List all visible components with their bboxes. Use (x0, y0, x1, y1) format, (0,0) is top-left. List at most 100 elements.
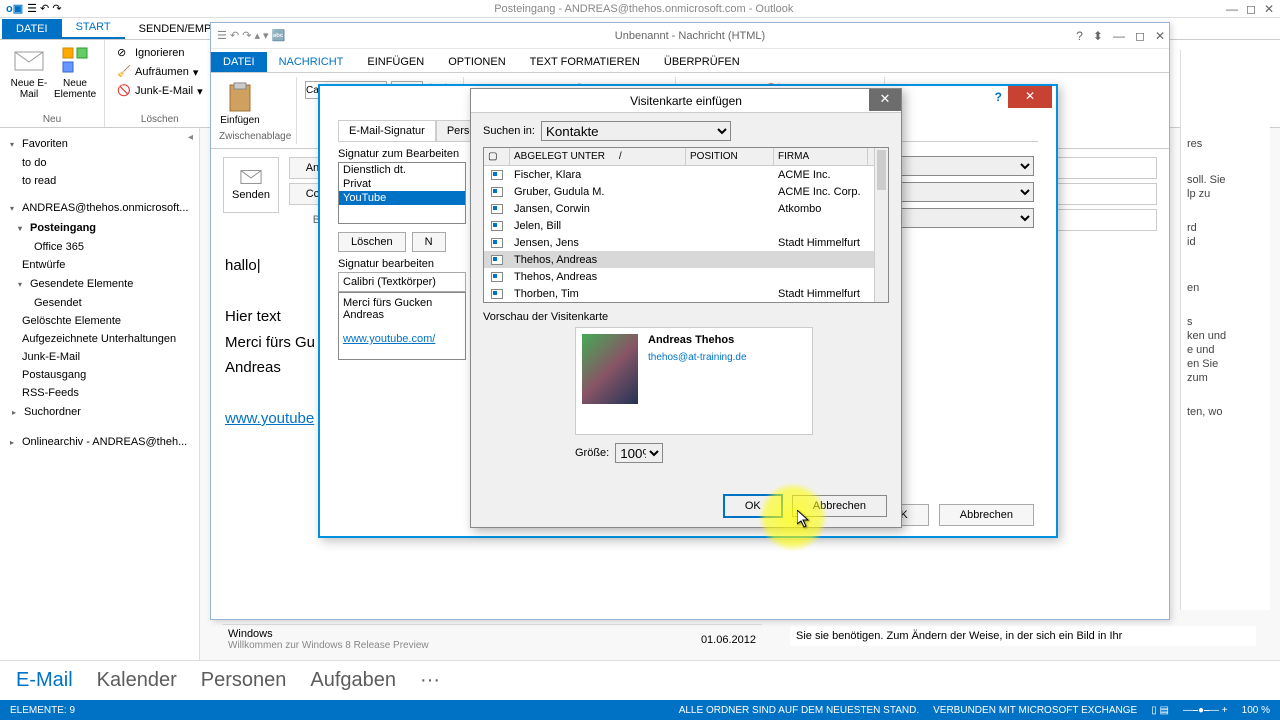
bc-cancel-button[interactable]: Abbrechen (792, 495, 887, 517)
nav-people[interactable]: Personen (201, 669, 287, 692)
restore-icon[interactable]: ◻ (1246, 2, 1256, 16)
bc-ok-button[interactable]: OK (724, 495, 782, 517)
min2-icon[interactable]: — (1113, 29, 1125, 43)
ctab-insert[interactable]: EINFÜGEN (355, 52, 436, 72)
ctab-review[interactable]: ÜBERPRÜFEN (652, 52, 752, 72)
junk-button[interactable]: 🚫Junk-E-Mail ▾ (113, 82, 207, 100)
col-firma[interactable]: FIRMA (774, 148, 868, 165)
max2-icon[interactable]: ◻ (1135, 29, 1145, 43)
status-zoom-slider[interactable]: —⎯●⎯— + (1183, 705, 1228, 716)
minimize-icon[interactable]: — (1226, 2, 1238, 16)
bc-close-button[interactable]: ✕ (869, 89, 901, 111)
collapse-nav-icon[interactable]: ◂ (188, 132, 193, 143)
qat2-icon[interactable]: ☰ ↶ ↷ ▴ ▾ 🔤 (217, 29, 285, 42)
bc-size-select[interactable]: 100% (615, 443, 663, 463)
compose-titlebar: ☰ ↶ ↷ ▴ ▾ 🔤 Unbenannt - Nachricht (HTML)… (211, 23, 1169, 49)
items-icon (59, 44, 91, 76)
status-view-icons[interactable]: ▯ ▤ (1151, 705, 1169, 716)
nav-email[interactable]: E-Mail (16, 669, 73, 692)
businesscard-dialog: Visitenkarte einfügen ✕ Suchen in: Konta… (470, 88, 902, 528)
reading-line: Sie sie benötigen. Zum Ändern der Weise,… (790, 626, 1256, 646)
nav-tasks[interactable]: Aufgaben (310, 669, 396, 692)
status-bar: ELEMENTE: 9 ALLE ORDNER SIND AUF DEM NEU… (0, 700, 1280, 720)
send-icon (240, 169, 262, 185)
nav-inbox[interactable]: Posteingang (0, 218, 199, 238)
nav-recorded[interactable]: Aufgezeichnete Unterhaltungen (0, 330, 199, 348)
nav-deleted[interactable]: Gelöschte Elemente (0, 312, 199, 330)
close2-icon[interactable]: ✕ (1155, 29, 1165, 43)
nav-account[interactable]: ANDREAS@thehos.onmicrosoft... (0, 198, 199, 218)
status-folders: ALLE ORDNER SIND AUF DEM NEUESTEN STAND. (679, 705, 919, 716)
dialog-help-icon[interactable]: ? (995, 90, 1002, 104)
col-name[interactable]: ABGELEGT UNTER / (510, 148, 686, 165)
card-icon (491, 238, 503, 248)
ribbon-toggle-icon[interactable]: ⬍ (1093, 29, 1103, 43)
sig-font-select[interactable] (338, 272, 466, 292)
status-elements: ELEMENTE: 9 (10, 705, 75, 716)
youtube-link[interactable]: www.youtube (225, 410, 314, 427)
nav-sent[interactable]: Gesendete Elemente (0, 274, 199, 294)
qat-icon[interactable]: ☰ ↶ ↷ (27, 2, 61, 15)
contact-row[interactable]: Thorben, TimStadt Himmelfurt (484, 285, 874, 302)
junk-icon: 🚫 (117, 84, 131, 98)
contact-row[interactable]: Fischer, KlaraACME Inc. (484, 166, 874, 183)
envelope-icon (13, 44, 45, 76)
contact-photo (582, 334, 638, 404)
ctab-message[interactable]: NACHRICHT (267, 52, 356, 72)
contact-row[interactable]: Jensen, JensStadt Himmelfurt (484, 234, 874, 251)
bc-preview: Andreas Thehos thehos@at-training.de (575, 327, 813, 435)
ignore-button[interactable]: ⊘Ignorieren (113, 44, 207, 62)
bc-preview-label: Vorschau der Visitenkarte (483, 311, 889, 323)
sig-new-button[interactable]: N (412, 232, 446, 252)
sig-tab-email[interactable]: E-Mail-Signatur (338, 120, 436, 141)
nav-junk[interactable]: Junk-E-Mail (0, 348, 199, 366)
nav-todo[interactable]: to do (0, 154, 199, 172)
signature-listbox[interactable]: Dienstlich dt. Privat YouTube (338, 162, 466, 224)
ctab-options[interactable]: OPTIONEN (436, 52, 517, 72)
nav-sent-sub[interactable]: Gesendet (0, 294, 199, 312)
ctab-file[interactable]: DATEI (211, 52, 267, 72)
ctab-format[interactable]: TEXT FORMATIEREN (518, 52, 652, 72)
message-list-item[interactable]: Windows Willkommen zur Windows 8 Release… (222, 624, 762, 654)
nav-favorites[interactable]: Favoriten (0, 134, 199, 154)
nav-o365[interactable]: Office 365 (0, 238, 199, 256)
nav-drafts[interactable]: Entwürfe (0, 256, 199, 274)
contact-row[interactable]: Thehos, Andreas (484, 251, 874, 268)
app-title: Posteingang - ANDREAS@thehos.onmicrosoft… (62, 3, 1226, 15)
col-position[interactable]: POSITION (686, 148, 774, 165)
contacts-scrollbar[interactable] (874, 148, 888, 302)
nav-outbox[interactable]: Postausgang (0, 366, 199, 384)
contact-row[interactable]: Jansen, CorwinAtkombo (484, 200, 874, 217)
ignore-icon: ⊘ (117, 46, 131, 60)
close-icon[interactable]: ✕ (1264, 2, 1274, 16)
tab-start[interactable]: START (62, 17, 125, 39)
contact-row[interactable]: Jelen, Bill (484, 217, 874, 234)
contacts-table: ▢ ABGELEGT UNTER / POSITION FIRMA Fische… (483, 147, 889, 303)
new-mail-button[interactable]: Neue E-Mail (8, 44, 50, 100)
col-icon[interactable]: ▢ (484, 148, 510, 165)
card-icon (491, 187, 503, 197)
card-icon (491, 204, 503, 214)
nav-toread[interactable]: to read (0, 172, 199, 190)
tab-file[interactable]: DATEI (2, 19, 62, 39)
new-elements-button[interactable]: Neue Elemente (54, 44, 96, 100)
bc-search-select[interactable]: Kontakte (541, 121, 731, 141)
card-icon (491, 221, 503, 231)
sig-delete-button[interactable]: Löschen (338, 232, 406, 252)
sig-text-area[interactable]: Merci fürs Gucken Andreas www.youtube.co… (338, 292, 466, 360)
contact-row[interactable]: Gruber, Gudula M.ACME Inc. Corp. (484, 183, 874, 200)
status-zoom: 100 % (1242, 705, 1270, 716)
sig-cancel-button[interactable]: Abbrechen (939, 504, 1034, 526)
status-connected: VERBUNDEN MIT MICROSOFT EXCHANGE (933, 705, 1137, 716)
nav-online-archive[interactable]: Onlinearchiv - ANDREAS@theh... (0, 432, 199, 452)
cleanup-button[interactable]: 🧹Aufräumen ▾ (113, 63, 207, 81)
nav-calendar[interactable]: Kalender (97, 669, 177, 692)
paste-button[interactable]: Einfügen (219, 81, 261, 126)
help-icon[interactable]: ? (1076, 29, 1083, 43)
nav-search-folders[interactable]: Suchordner (0, 402, 199, 422)
contact-row[interactable]: Thehos, Andreas (484, 268, 874, 285)
send-button[interactable]: Senden (223, 157, 279, 213)
nav-more[interactable]: ··· (420, 669, 440, 692)
nav-rss[interactable]: RSS-Feeds (0, 384, 199, 402)
dialog-close-button[interactable]: ✕ (1008, 86, 1052, 108)
